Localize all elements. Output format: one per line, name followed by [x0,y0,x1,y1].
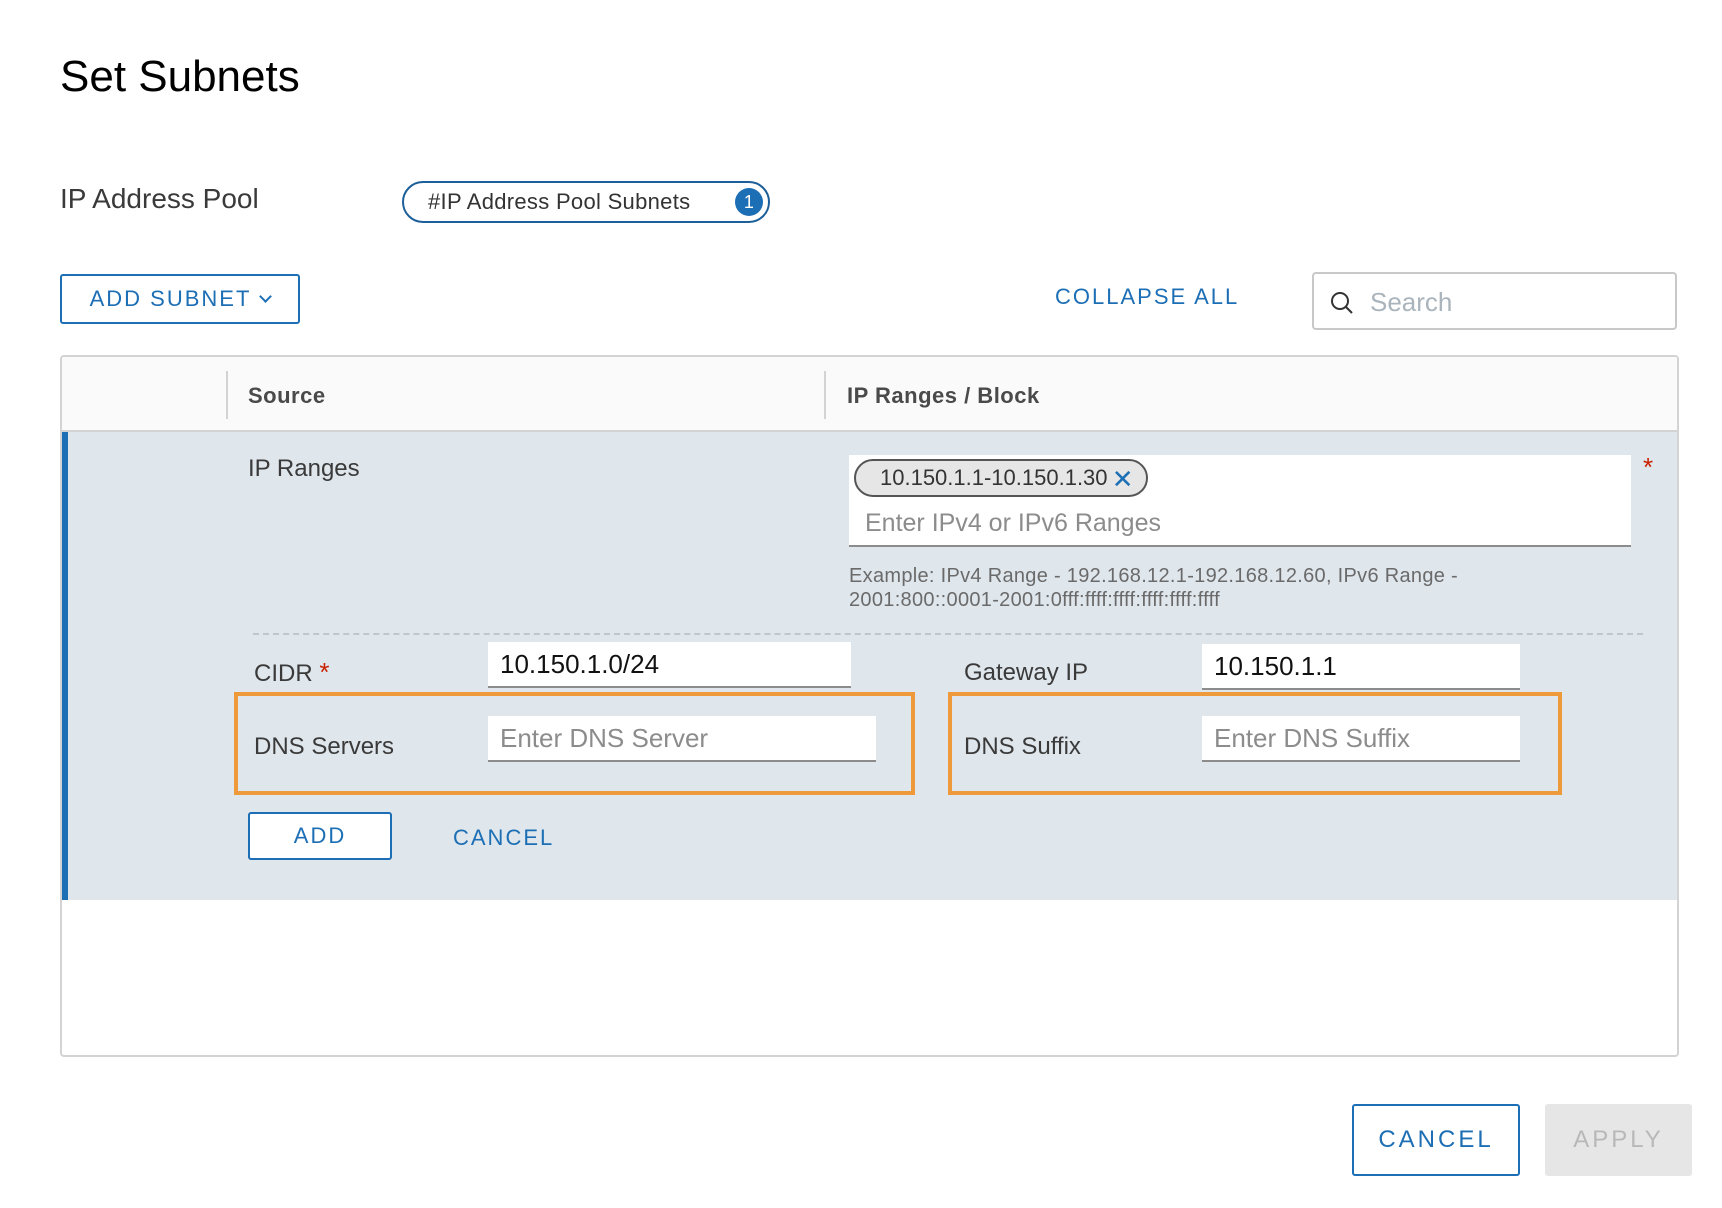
ip-ranges-example: Example: IPv4 Range - 192.168.12.1-192.1… [849,565,1458,611]
cidr-label: CIDR * [254,657,329,688]
ip-ranges-field[interactable]: 10.150.1.1-10.150.1.30 ✕ [849,455,1631,547]
ip-ranges-input[interactable] [865,507,1605,539]
search-box[interactable] [1312,272,1677,330]
dns-servers-field[interactable] [488,716,876,762]
dns-suffix-field[interactable] [1202,716,1520,762]
cancel-button[interactable]: CANCEL [1352,1104,1520,1176]
dns-suffix-label: DNS Suffix [964,733,1081,760]
column-header-ip-ranges[interactable]: IP Ranges / Block [847,383,1040,409]
grid-header: Source IP Ranges / Block [62,357,1677,432]
column-header-source[interactable]: Source [248,383,326,409]
ip-address-pool-subnets-pill[interactable]: #IP Address Pool Subnets 1 [402,181,770,223]
dns-suffix-input[interactable] [1202,716,1520,760]
search-icon [1331,292,1353,314]
column-separator [824,371,826,419]
ip-range-chip-label: 10.150.1.1-10.150.1.30 [880,465,1108,490]
dns-servers-label: DNS Servers [254,733,395,760]
required-marker: * [1643,452,1654,482]
cidr-input[interactable] [488,642,851,686]
close-icon[interactable]: ✕ [1112,464,1134,495]
apply-button[interactable]: APPLY [1545,1104,1692,1176]
divider [253,633,1643,635]
ip-address-pool-label: IP Address Pool [60,183,259,214]
chevron-down-icon [259,289,273,303]
row-cancel-link[interactable]: CANCEL [453,825,554,851]
add-subnet-button[interactable]: ADD SUBNET [60,274,300,324]
add-button[interactable]: ADD [248,812,392,860]
ip-ranges-label: IP Ranges [248,455,360,482]
add-subnet-label: ADD SUBNET [89,286,252,311]
dialog-title: Set Subnets [60,52,300,101]
pool-pill-label: #IP Address Pool Subnets [428,189,691,214]
subnet-edit-row: IP Ranges 10.150.1.1-10.150.1.30 ✕ * Exa… [62,432,1677,900]
gateway-ip-input[interactable] [1202,644,1520,688]
cidr-field[interactable] [488,642,851,688]
gateway-ip-field[interactable] [1202,644,1520,690]
cidr-label-text: CIDR [254,660,313,687]
collapse-all-link[interactable]: COLLAPSE ALL [1055,284,1239,310]
search-input[interactable] [1370,284,1660,320]
required-marker: * [319,657,330,687]
gateway-ip-label: Gateway IP [964,659,1089,686]
ip-range-chip: 10.150.1.1-10.150.1.30 ✕ [854,459,1148,497]
column-separator [226,371,228,419]
subnets-grid: Source IP Ranges / Block IP Ranges 10.15… [60,355,1679,1057]
dns-servers-input[interactable] [488,716,876,760]
pool-count-badge: 1 [735,188,763,216]
